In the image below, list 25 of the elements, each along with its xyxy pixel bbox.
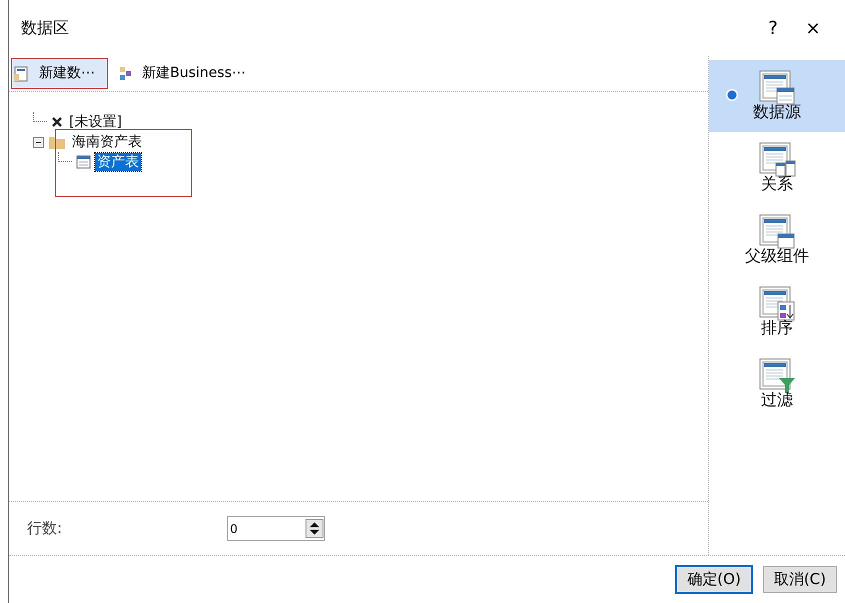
radio-dot-icon xyxy=(725,88,739,102)
side-tab[interactable]: 父级组件 xyxy=(709,204,845,276)
side-tab[interactable]: 数据源 xyxy=(709,60,845,132)
parent-table-icon xyxy=(758,214,796,250)
dialog-button[interactable]: 确定(O) xyxy=(675,565,753,594)
dialog-button[interactable]: 取消(C) xyxy=(762,566,837,593)
datasource-table-icon xyxy=(758,70,796,106)
tree-item[interactable]: 海南资产表 xyxy=(70,133,144,151)
close-button[interactable]: × xyxy=(793,14,833,42)
tree-item[interactable]: [未设置] xyxy=(67,113,124,131)
window-title: 数据区 xyxy=(21,17,70,39)
toolbar-button[interactable]: 新建Business⋯ xyxy=(114,58,259,89)
side-tab[interactable]: 过滤 xyxy=(709,348,845,420)
toolbar-button[interactable]: 新建数⋯ xyxy=(11,58,108,89)
x-icon xyxy=(51,116,63,128)
table-icon xyxy=(76,154,91,170)
tree-item[interactable]: 资产表 xyxy=(95,153,141,171)
side-tab[interactable]: 排序 xyxy=(709,276,845,348)
folder-icon xyxy=(48,134,66,150)
collapse-toggle[interactable] xyxy=(33,136,44,148)
row-count-label: 行数: xyxy=(27,518,64,540)
help-button[interactable]: ? xyxy=(753,14,793,42)
blocks-icon xyxy=(117,64,132,82)
document-icon xyxy=(14,64,29,82)
side-tab[interactable]: 关系 xyxy=(709,132,845,204)
